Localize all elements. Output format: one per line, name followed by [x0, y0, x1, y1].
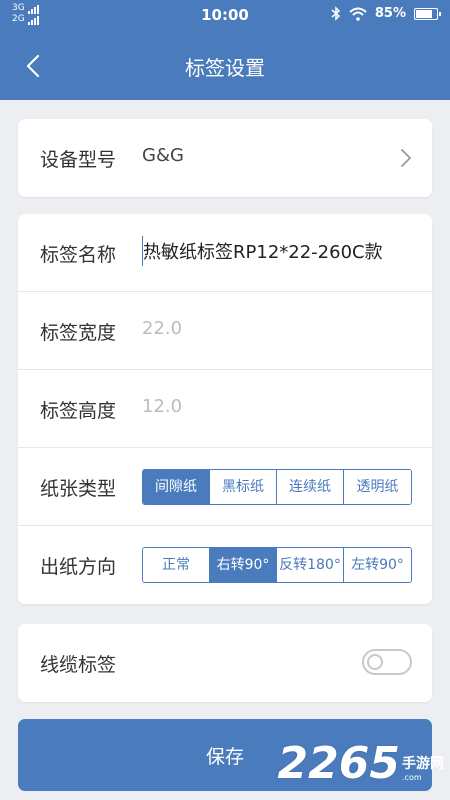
cable-label-row: 线缆标签: [18, 624, 432, 702]
direction-option-left-90[interactable]: 左转90°: [344, 548, 411, 582]
toggle-knob: [367, 654, 383, 670]
bluetooth-icon: [331, 6, 340, 21]
label-width-input[interactable]: 22.0: [142, 318, 182, 339]
paper-type-option-black-mark[interactable]: 黑标纸: [210, 470, 277, 504]
direction-option-reverse-180[interactable]: 反转180°: [277, 548, 344, 582]
cable-label-label: 线缆标签: [40, 654, 117, 676]
paper-type-label: 纸张类型: [40, 478, 117, 500]
cable-card: 线缆标签: [18, 624, 432, 702]
label-width-row: 标签宽度 22.0: [18, 292, 432, 370]
device-model-value: G&G: [142, 145, 184, 166]
app-header: 3G 2G 10:00 85% 标签设置: [0, 0, 450, 100]
page-title: 标签设置: [185, 56, 265, 80]
device-model-row[interactable]: 设备型号 G&G: [18, 119, 432, 197]
watermark-logo: 2265 手游网 .com: [278, 742, 444, 786]
watermark-side: 手游网 .com: [402, 753, 444, 782]
label-height-input[interactable]: 12.0: [142, 396, 182, 417]
watermark-cn: 手游网: [402, 756, 444, 772]
device-card: 设备型号 G&G: [18, 119, 432, 197]
label-settings-card: 标签名称 标签宽度 22.0 标签高度 12.0 纸张类型 间隙纸 黑标纸 连续…: [18, 214, 432, 604]
nav-bar: 标签设置: [0, 32, 450, 100]
paper-type-option-gap[interactable]: 间隙纸: [143, 470, 210, 504]
label-name-input[interactable]: [142, 236, 412, 266]
label-name-row: 标签名称: [18, 214, 432, 292]
label-height-label: 标签高度: [40, 400, 117, 422]
paper-type-selector: 间隙纸 黑标纸 连续纸 透明纸: [142, 469, 412, 505]
paper-type-option-continuous[interactable]: 连续纸: [277, 470, 344, 504]
direction-option-right-90[interactable]: 右转90°: [210, 548, 277, 582]
battery-icon: [414, 7, 441, 20]
direction-selector: 正常 右转90° 反转180° 左转90°: [142, 547, 412, 583]
label-height-row: 标签高度 12.0: [18, 370, 432, 448]
cable-label-toggle[interactable]: [362, 649, 412, 675]
direction-row: 出纸方向 正常 右转90° 反转180° 左转90°: [18, 526, 432, 604]
chevron-right-icon: [401, 149, 411, 167]
status-right: 85%: [331, 6, 441, 21]
device-model-label: 设备型号: [40, 149, 117, 171]
paper-type-row: 纸张类型 间隙纸 黑标纸 连续纸 透明纸: [18, 448, 432, 526]
label-width-label: 标签宽度: [40, 322, 117, 344]
direction-option-normal[interactable]: 正常: [143, 548, 210, 582]
battery-percent: 85%: [374, 6, 406, 21]
paper-type-option-transparent[interactable]: 透明纸: [344, 470, 411, 504]
label-name-label: 标签名称: [40, 244, 117, 266]
direction-label: 出纸方向: [40, 556, 117, 578]
watermark-en: .com: [402, 773, 422, 782]
watermark-number: 2265: [277, 738, 400, 789]
wifi-icon: [349, 7, 367, 21]
status-bar: 3G 2G 10:00 85%: [0, 0, 450, 32]
